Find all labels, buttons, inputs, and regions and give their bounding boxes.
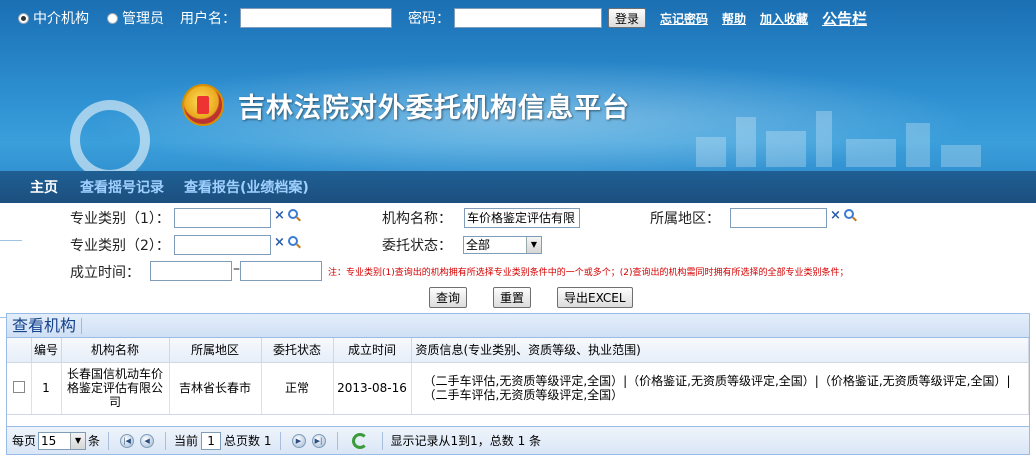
per-page-unit: 条 <box>88 434 101 448</box>
category2-clear-icon[interactable]: × <box>274 235 285 250</box>
category1-clear-icon[interactable]: × <box>274 208 285 223</box>
current-page-label: 当前 <box>174 434 199 448</box>
radio-admin-label: 管理员 <box>122 11 164 27</box>
reset-button[interactable]: 重置 <box>493 287 532 308</box>
chevron-down-icon: ▼ <box>70 432 86 449</box>
radio-agency[interactable]: 中介机构 <box>18 8 89 28</box>
forgot-password-link[interactable]: 忘记密码 <box>660 10 708 27</box>
password-input[interactable] <box>454 8 602 28</box>
table-header-row: 编号 机构名称 所属地区 委托状态 成立时间 资质信息(专业类别、资质等级、执业… <box>7 338 1029 363</box>
region-search-icon[interactable] <box>844 209 854 219</box>
region-label: 所属地区： <box>650 211 720 227</box>
radio-unselected-icon <box>107 12 118 24</box>
login-bar: 中介机构 管理员 用户名： 密码： 登录 忘记密码 帮助 加入收藏 公告栏 <box>0 0 1036 36</box>
row-date: 2013-08-16 <box>333 362 412 415</box>
category1-label: 专业类别（1）： <box>70 211 170 227</box>
prev-page-icon[interactable]: ◀ <box>140 433 155 448</box>
row-region: 吉林省长春市 <box>169 362 262 415</box>
header-qualification: 资质信息(专业类别、资质等级、执业范围) <box>411 338 1029 363</box>
header-region: 所属地区 <box>169 338 262 363</box>
title-divider <box>81 317 83 334</box>
pager-separator <box>279 431 281 450</box>
status-label: 委托状态： <box>382 238 452 254</box>
search-form: 专业类别（1）： × 专业类别（2）： × 成立时间： – 机构名称： 车价格鉴… <box>0 203 1036 311</box>
row-name: 长春国信机动车价格鉴定评估有限公司 <box>61 362 170 415</box>
org-grid: 查看机构 编号 机构名称 所属地区 委托状态 成立时间 资质信息(专业类别、资质… <box>6 313 1030 455</box>
row-checkbox-cell <box>7 362 32 415</box>
chevron-down-icon: ▼ <box>526 237 541 253</box>
org-table: 编号 机构名称 所属地区 委托状态 成立时间 资质信息(专业类别、资质等级、执业… <box>7 338 1029 415</box>
category2-input[interactable] <box>174 235 271 255</box>
main-nav: 主页 查看摇号记录 查看报告(业绩档案) <box>0 171 1036 203</box>
login-button[interactable]: 登录 <box>608 8 647 28</box>
category2-search-icon[interactable] <box>288 236 298 246</box>
pager-separator <box>336 431 338 450</box>
grid-title-bar: 查看机构 <box>7 314 1029 338</box>
header-date: 成立时间 <box>333 338 412 363</box>
per-page-label: 每页 <box>12 434 37 448</box>
header-check <box>7 338 32 363</box>
established-start-input[interactable] <box>150 261 232 281</box>
record-summary: 显示记录从1到1，总数 1 条 <box>390 434 542 448</box>
pager-separator <box>165 431 167 450</box>
date-separator: – <box>233 261 240 277</box>
org-name-label: 机构名称： <box>382 211 452 227</box>
row-qualification: （二手车评估,无资质等级评定,全国）|（价格鉴证,无资质等级评定,全国）|（价格… <box>411 362 1029 415</box>
nav-home[interactable]: 主页 <box>30 177 58 197</box>
category2-label: 专业类别（2）： <box>70 238 170 254</box>
nav-lottery-records[interactable]: 查看摇号记录 <box>80 177 164 197</box>
site-title: 吉林法院对外委托机构信息平台 <box>238 92 630 124</box>
grid-title: 查看机构 <box>12 316 77 335</box>
bulletin-link[interactable]: 公告栏 <box>822 8 867 29</box>
radio-admin[interactable]: 管理员 <box>107 8 164 28</box>
region-clear-icon[interactable]: × <box>830 208 841 223</box>
site-title-block: 吉林法院对外委托机构信息平台 <box>182 84 630 126</box>
category1-input[interactable] <box>174 208 271 228</box>
header-status: 委托状态 <box>261 338 334 363</box>
search-note: 注：专业类别(1)查询出的机构拥有所选择专业类别条件中的一个或多个；(2)查询出… <box>328 268 849 278</box>
help-link[interactable]: 帮助 <box>722 10 746 27</box>
per-page-value: 15 <box>41 433 57 448</box>
table-row[interactable]: 1 长春国信机动车价格鉴定评估有限公司 吉林省长春市 正常 2013-08-16… <box>7 362 1029 415</box>
per-page-select[interactable]: 15 ▼ <box>38 431 87 450</box>
add-favorite-link[interactable]: 加入收藏 <box>760 10 808 27</box>
court-emblem-icon <box>182 84 224 126</box>
established-label: 成立时间： <box>70 265 140 281</box>
pagination-bar: 每页 15 ▼ 条 |◀ ◀ 当前 1 总页数 1 ▶ ▶| 显示记录从1到1，… <box>7 426 1029 454</box>
total-pages: 总页数 1 <box>224 434 272 448</box>
radio-agency-label: 中介机构 <box>33 11 89 27</box>
pager-separator <box>108 431 110 450</box>
pager-separator <box>381 431 383 450</box>
username-input[interactable] <box>240 8 392 28</box>
last-page-icon[interactable]: ▶| <box>311 433 326 448</box>
category1-search-icon[interactable] <box>288 209 298 219</box>
header-no: 编号 <box>31 338 62 363</box>
first-page-icon[interactable]: |◀ <box>120 433 135 448</box>
radio-selected-icon <box>18 12 29 24</box>
e-logo-decoration <box>70 100 150 180</box>
left-panel-edge <box>0 240 22 318</box>
username-label: 用户名： <box>180 11 236 27</box>
refresh-icon[interactable] <box>351 432 368 449</box>
region-input[interactable] <box>730 208 827 228</box>
status-select-value: 全部 <box>466 238 491 252</box>
header-name: 机构名称 <box>61 338 170 363</box>
export-excel-button[interactable]: 导出EXCEL <box>557 287 633 308</box>
row-checkbox[interactable] <box>12 380 25 393</box>
status-select[interactable]: 全部 ▼ <box>463 236 542 254</box>
org-name-input[interactable]: 车价格鉴定评估有限 <box>464 208 580 228</box>
nav-reports[interactable]: 查看报告(业绩档案) <box>184 177 309 197</box>
password-label: 密码： <box>408 11 450 27</box>
row-no: 1 <box>31 362 62 415</box>
search-button[interactable]: 查询 <box>429 287 468 308</box>
row-status: 正常 <box>261 362 334 415</box>
city-skyline-decoration <box>696 107 996 167</box>
established-end-input[interactable] <box>240 261 322 281</box>
current-page-input[interactable]: 1 <box>201 431 222 450</box>
next-page-icon[interactable]: ▶ <box>291 433 306 448</box>
